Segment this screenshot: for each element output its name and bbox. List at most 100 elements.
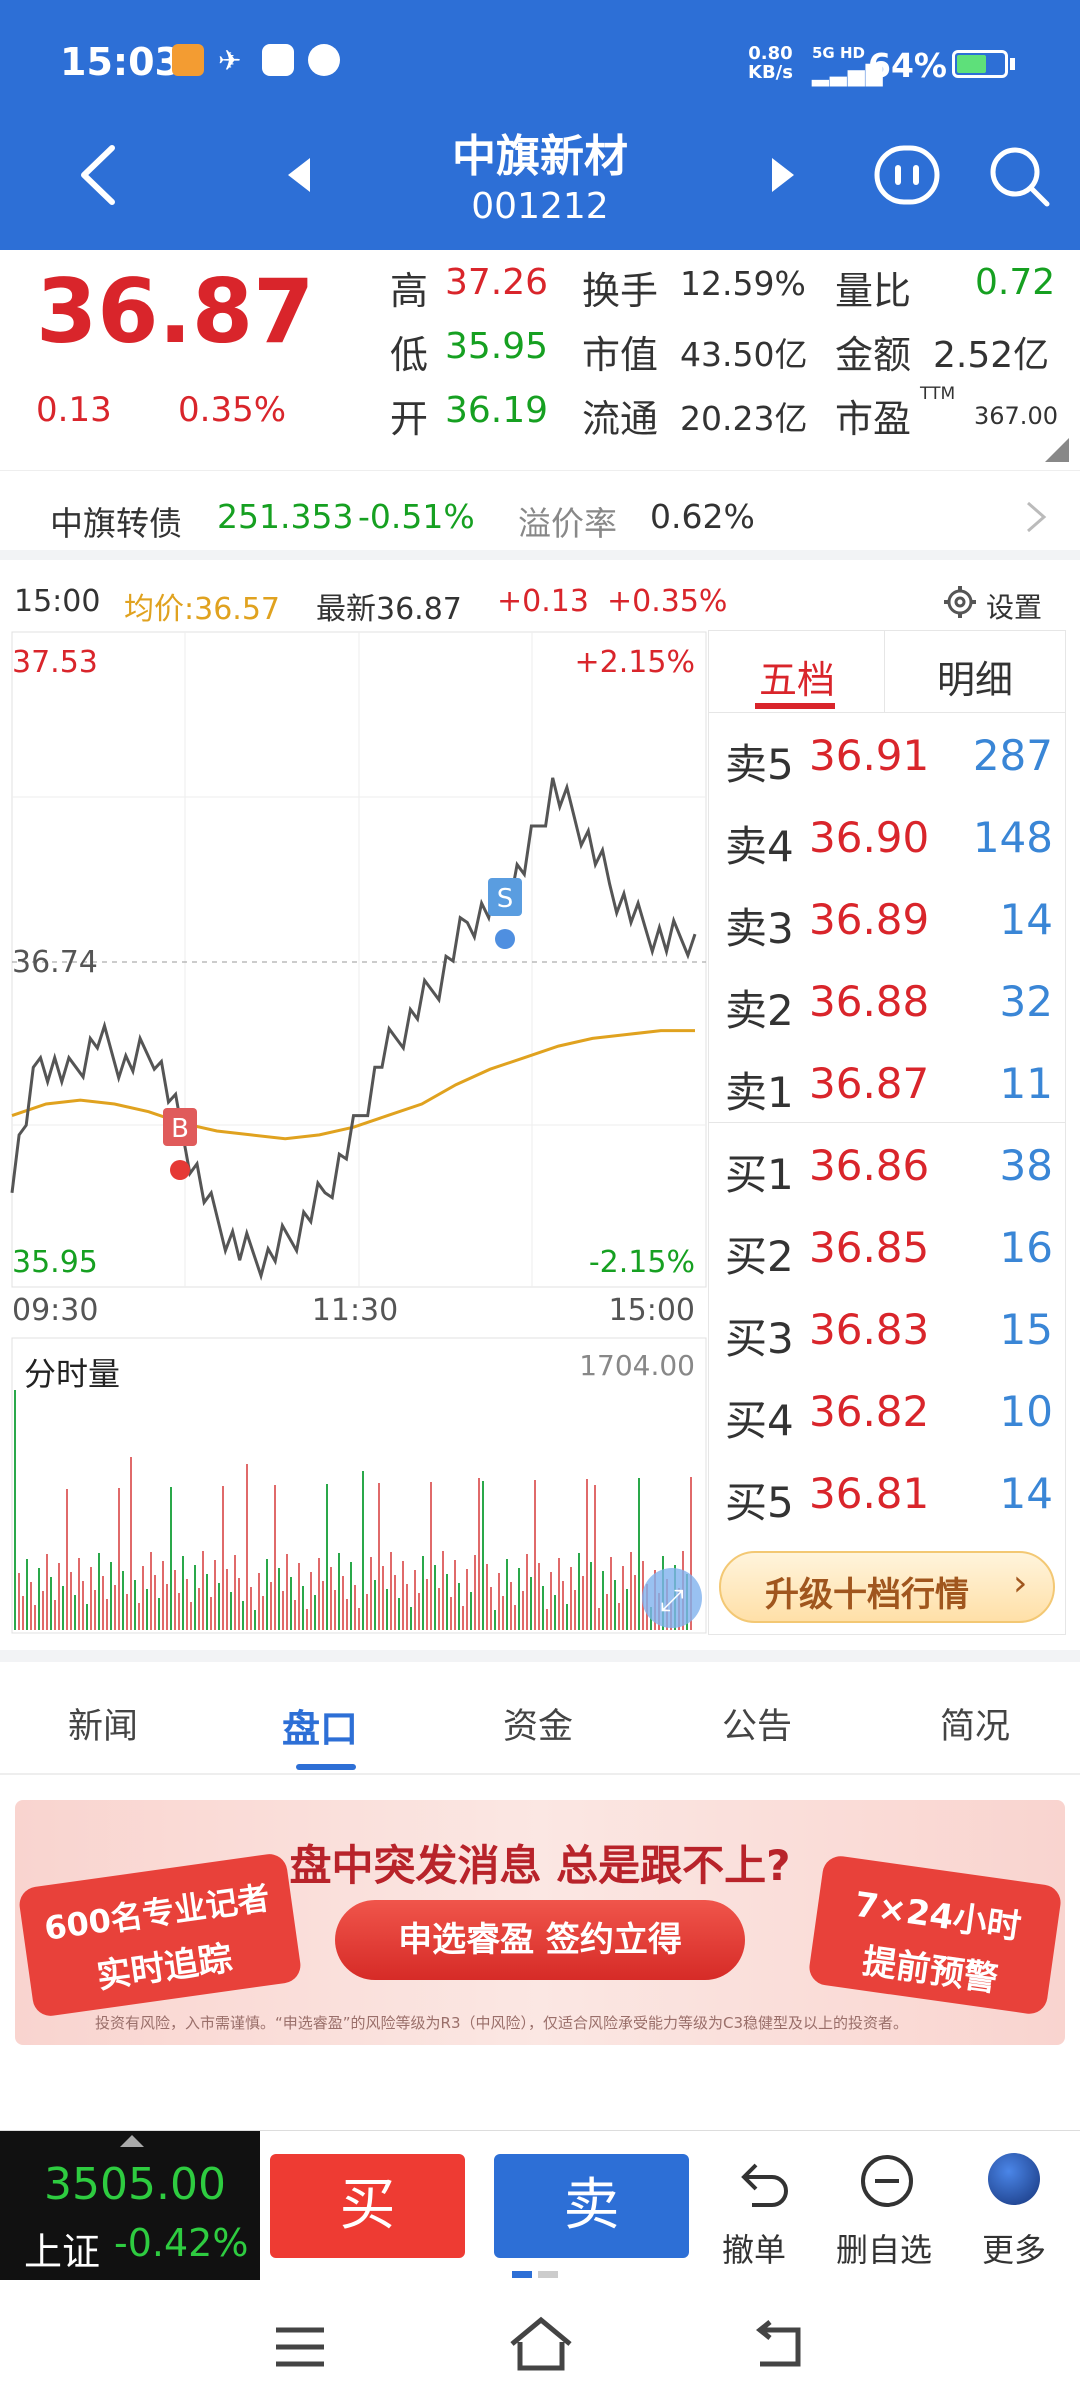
volratio-label: 量比 xyxy=(835,269,912,313)
volume-bar xyxy=(462,1606,464,1630)
bid-row: 买4 36.82 10 xyxy=(725,1387,1053,1445)
volume-bar xyxy=(218,1583,220,1630)
active-tab-indicator xyxy=(296,1764,356,1770)
volume-bar xyxy=(190,1602,192,1630)
volume-bar xyxy=(90,1567,92,1630)
volume-bar xyxy=(310,1572,312,1630)
amount-label: 金额 xyxy=(835,333,912,377)
low-value: 35.95 xyxy=(445,326,549,367)
volume-bar xyxy=(50,1577,52,1630)
tab-handicap[interactable]: 盘口 xyxy=(245,1698,395,1753)
volume-bar xyxy=(610,1557,612,1630)
volume-bar xyxy=(202,1551,204,1630)
volume-bar xyxy=(422,1556,424,1630)
high-value: 37.26 xyxy=(445,262,549,303)
volume-bar xyxy=(550,1572,552,1630)
volume-bar xyxy=(538,1563,540,1630)
prev-stock-button[interactable] xyxy=(280,150,320,200)
section-tabs: 新闻 盘口 资金 公告 简况 xyxy=(0,1650,1080,1775)
ask-row: 卖2 36.88 32 xyxy=(725,977,1053,1035)
volume-bar xyxy=(322,1581,324,1630)
sell-button[interactable]: 卖 xyxy=(494,2154,689,2258)
banner-cta-button[interactable]: 申选睿盈 签约立得 xyxy=(335,1900,745,1980)
search-button[interactable] xyxy=(985,140,1055,210)
back-nav-icon[interactable] xyxy=(750,2318,810,2374)
volume-bar xyxy=(186,1579,188,1630)
menu-icon[interactable] xyxy=(270,2322,330,2372)
volume-bar xyxy=(110,1562,112,1630)
volume-bar xyxy=(606,1594,608,1630)
ad-banner[interactable]: 盘中突发消息 总是跟不上? 600名专业记者 实时追踪 申选睿盈 签约立得 7×… xyxy=(15,1800,1065,2045)
volume-bar xyxy=(66,1489,68,1630)
intraday-chart[interactable]: 37.53 36.74 35.95 +2.15% -2.15% B S 09:3… xyxy=(0,630,708,1635)
upgrade-level10-button[interactable]: 升级十档行情 › xyxy=(719,1551,1055,1623)
volume-bar xyxy=(406,1584,408,1630)
cancel-order-button[interactable]: 撤单 xyxy=(712,2141,812,2271)
volume-bar xyxy=(162,1561,164,1630)
more-button[interactable]: 更多 xyxy=(970,2141,1060,2271)
volume-bar xyxy=(630,1552,632,1630)
latest-change: +0.13 xyxy=(497,584,589,619)
settings-button[interactable]: 设置 xyxy=(942,580,1062,624)
price-change: 0.13 xyxy=(36,390,112,430)
volratio-value: 0.72 xyxy=(975,262,1056,303)
battery-tip xyxy=(1010,58,1015,70)
bond-name: 中旗转债 xyxy=(50,504,182,543)
volume-bar xyxy=(434,1565,436,1630)
volume-bar xyxy=(234,1555,236,1630)
volume-bar xyxy=(198,1588,200,1630)
convertible-bond-row[interactable]: 中旗转债 251.353 -0.51% 溢价率 0.62% xyxy=(0,470,1080,560)
app-notification-icon xyxy=(172,44,204,76)
low-label: 低 xyxy=(390,333,429,377)
volume-bar xyxy=(586,1479,588,1630)
volume-bar xyxy=(490,1587,492,1630)
expand-corner-icon[interactable] xyxy=(1045,438,1069,462)
index-name: 上证 xyxy=(24,2230,101,2274)
quote-panel: 36.87 0.13 0.35% 高 37.26 低 35.95 开 36.19… xyxy=(0,250,1080,465)
ask-row: 卖4 36.90 148 xyxy=(725,813,1053,871)
volume-bar xyxy=(478,1478,480,1630)
volume-bar xyxy=(346,1599,348,1630)
stock-title: 中旗新材 001212 xyxy=(340,120,740,227)
tab-profile[interactable]: 简况 xyxy=(900,1698,1050,1749)
volume-bar xyxy=(250,1587,252,1630)
back-button[interactable] xyxy=(70,140,130,210)
buy-button[interactable]: 买 xyxy=(270,2154,465,2258)
volume-bar xyxy=(446,1574,448,1630)
remove-watchlist-button[interactable]: 删自选 xyxy=(832,2141,942,2271)
volume-bar xyxy=(126,1594,128,1630)
volume-max-label: 1704.00 xyxy=(579,1349,695,1382)
volume-bar xyxy=(594,1485,596,1630)
volume-bar xyxy=(378,1483,380,1630)
volume-bar xyxy=(426,1579,428,1630)
volume-bar xyxy=(554,1595,556,1630)
next-stock-button[interactable] xyxy=(762,150,802,200)
volume-bar xyxy=(510,1582,512,1630)
bid-row: 买3 36.83 15 xyxy=(725,1305,1053,1363)
volume-bar xyxy=(274,1485,276,1630)
chart-header: 15:00 均价:36.57 最新36.87 +0.13 +0.35% 设置 xyxy=(0,570,1080,630)
tab-five-levels[interactable]: 五档 xyxy=(709,631,885,713)
tab-news[interactable]: 新闻 xyxy=(28,1698,178,1749)
volume-bar xyxy=(534,1480,536,1630)
tab-funds[interactable]: 资金 xyxy=(463,1698,613,1749)
volume-bar xyxy=(638,1478,640,1630)
volume-bar xyxy=(18,1573,20,1630)
avg-price: 均价:36.57 xyxy=(124,592,280,627)
volume-bar xyxy=(22,1596,24,1630)
stock-name: 中旗新材 xyxy=(452,131,628,182)
volume-bar xyxy=(146,1589,148,1630)
volume-bar xyxy=(114,1585,116,1630)
chatbot-button[interactable] xyxy=(872,140,942,210)
volume-bar xyxy=(242,1601,244,1630)
volume-bar xyxy=(282,1591,284,1630)
tab-announcements[interactable]: 公告 xyxy=(682,1698,832,1749)
volume-bar xyxy=(14,1390,16,1630)
volume-bar xyxy=(386,1589,388,1630)
index-ticker[interactable]: 3505.00 上证 -0.42% xyxy=(0,2131,260,2281)
x-axis-start-label: 09:30 xyxy=(12,1293,98,1328)
y-axis-mid-label: 36.74 xyxy=(12,945,98,980)
network-indicator: 5G HD xyxy=(812,44,865,62)
tab-detail[interactable]: 明细 xyxy=(885,631,1065,713)
home-icon[interactable] xyxy=(508,2314,574,2374)
